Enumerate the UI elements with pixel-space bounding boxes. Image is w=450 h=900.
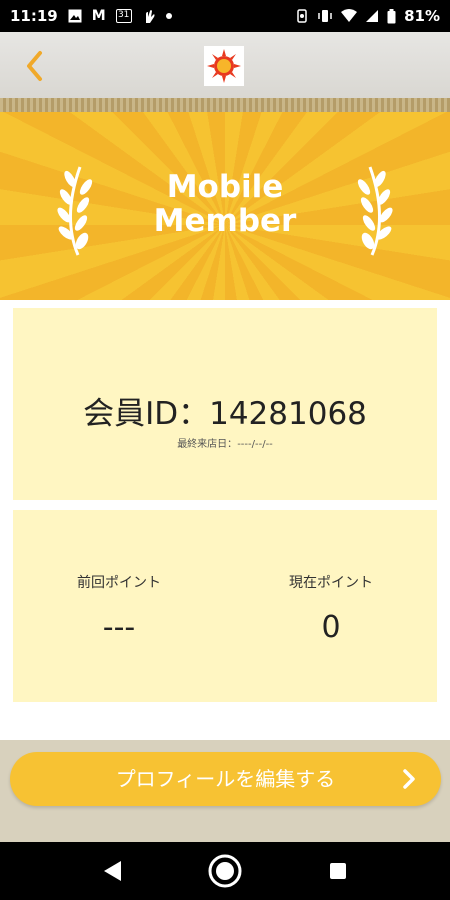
battery-level: 81% (404, 7, 440, 25)
chevron-right-icon (403, 769, 415, 789)
battery-icon (387, 8, 396, 24)
sun-logo-icon (207, 49, 241, 83)
points-card: 前回ポイント --- 現在ポイント 0 (13, 510, 437, 702)
edit-profile-button[interactable]: プロフィールを編集する (10, 752, 441, 806)
vibrate-icon (317, 9, 333, 23)
gmail-icon: M (91, 8, 106, 24)
member-id: 会員ID：14281068 (13, 388, 437, 433)
notification-dot-icon (165, 13, 172, 19)
chevron-left-icon (27, 51, 42, 81)
gesture-icon (142, 8, 156, 24)
system-nav-bar (0, 842, 450, 900)
nav-recents-icon[interactable] (330, 863, 346, 879)
last-visit-label: 最終来店日： (177, 439, 238, 450)
laurel-right-icon (357, 166, 393, 256)
app-logo (204, 46, 244, 86)
last-visit-value: ----/--/-- (237, 439, 273, 450)
main-content: 会員ID：14281068 最終来店日：----/--/-- 前回ポイント --… (0, 300, 450, 740)
status-bar: 11:19 M 31 81% (0, 0, 450, 32)
current-points-label: 現在ポイント (289, 575, 373, 591)
current-points: 現在ポイント 0 (225, 572, 437, 645)
member-id-card: 会員ID：14281068 最終来店日：----/--/-- (13, 308, 437, 500)
member-id-label: 会員ID： (83, 396, 210, 432)
calendar-day: 31 (117, 10, 130, 20)
previous-points-value: --- (102, 610, 136, 645)
bottom-action-area: プロフィールを編集する (0, 740, 450, 842)
member-banner: Mobile Member (0, 112, 450, 300)
member-id-value: 14281068 (209, 396, 367, 432)
current-points-value: 0 (321, 610, 341, 645)
previous-points: 前回ポイント --- (13, 572, 225, 645)
last-visit: 最終来店日：----/--/-- (13, 435, 437, 450)
back-button[interactable] (18, 46, 58, 86)
image-icon (68, 9, 82, 23)
nav-home-icon[interactable] (208, 854, 242, 888)
wifi-icon (341, 9, 358, 23)
calendar-icon: 31 (115, 9, 132, 23)
previous-points-label: 前回ポイント (77, 575, 161, 591)
signal-icon (365, 9, 379, 23)
sync-icon (295, 9, 309, 23)
status-time: 11:19 (10, 7, 58, 25)
app-header (0, 32, 450, 98)
edit-profile-label: プロフィールを編集する (115, 767, 336, 791)
decorative-stripe (0, 98, 450, 112)
nav-back-icon[interactable] (102, 860, 122, 882)
